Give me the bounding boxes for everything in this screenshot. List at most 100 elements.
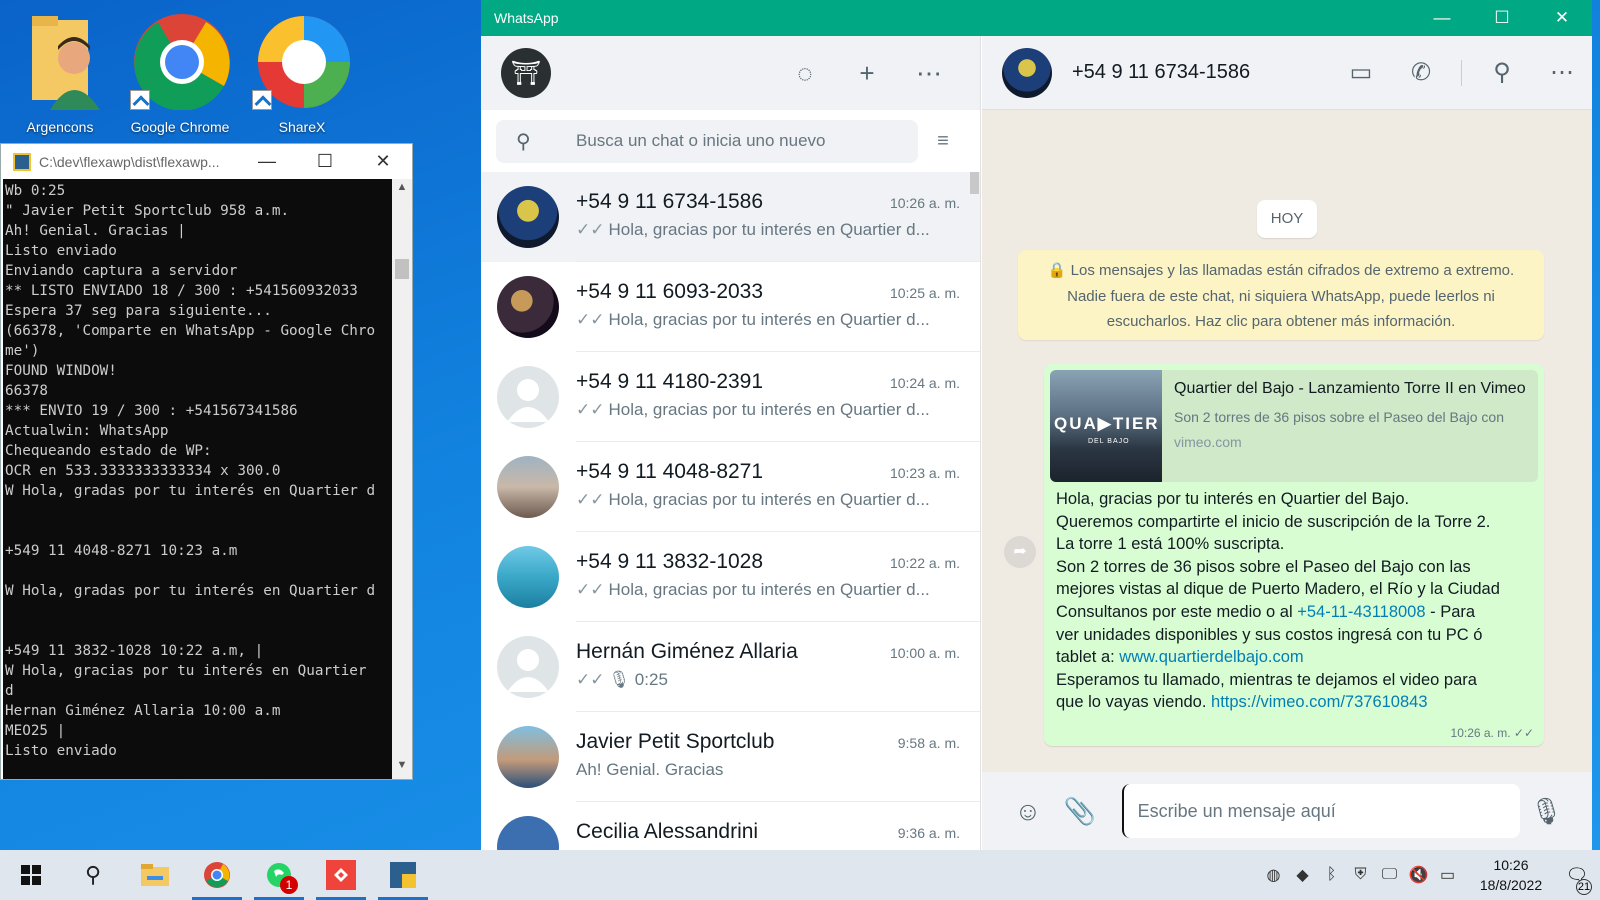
battery-icon[interactable]: ▭ [1433, 865, 1462, 885]
security-shield-icon[interactable]: ⛨ [1346, 866, 1375, 884]
clock-time: 10:26 [1493, 857, 1529, 873]
minimize-button[interactable]: — [238, 151, 296, 172]
chat-list-item[interactable]: +54 9 11 6093-2033 10:25 a. m. ✓✓ Hola, gra… [481, 262, 980, 352]
sharex-icon [250, 6, 354, 110]
chat-name: Hernán Giménez Allaria [576, 640, 798, 663]
chat-list-item[interactable]: EJA Cecilia Alessandrini 9:36 a. m. [481, 802, 980, 850]
chat-info: +54 9 11 3832-1028 10:22 a. m. ✓✓ Hola, gra… [576, 532, 980, 622]
chat-last-message-text: Hola, gracias por tu interés en Quartier… [608, 400, 930, 419]
desktop-icon-chrome[interactable]: Google Chrome [122, 6, 238, 135]
scroll-down-icon[interactable]: ▼ [392, 759, 412, 777]
chrome-icon [128, 6, 232, 111]
whatsapp-window[interactable]: WhatsApp — ☐ ✕ ⛩ ◌ + ⋯ ⚲ Busca un chat o… [481, 0, 1592, 850]
chat-last-message-text: Hola, gracias por tu interés en Quartier… [608, 490, 930, 509]
new-chat-plus-icon[interactable]: + [836, 58, 898, 89]
minimize-button[interactable]: — [1412, 8, 1472, 28]
chat-time: 10:24 a. m. [889, 375, 960, 391]
chat-name: +54 9 11 4180-2391 [576, 370, 764, 393]
emoji-icon[interactable]: ☺ [1002, 796, 1054, 827]
filter-icon[interactable]: ≡ [918, 130, 968, 153]
console-text: Wb 0:25 " Javier Petit Sportclub 958 a.m… [5, 183, 376, 759]
message-line: La torre 1 está 100% suscripta. [1056, 535, 1285, 554]
anydesk-taskbar-icon[interactable] [310, 850, 372, 900]
chat-last-message-text: Hola, gracias por tu interés en Quartier… [608, 310, 930, 329]
video-thumbnail[interactable]: QUA▶TIER DEL BAJO [1050, 370, 1162, 482]
close-button[interactable]: ✕ [354, 151, 412, 172]
search-icon[interactable]: ⚲ [62, 850, 124, 900]
console-window[interactable]: C:\dev\flexawp\dist\flexawp... — ☐ ✕ Wb … [0, 143, 413, 780]
video-link[interactable]: https://vimeo.com/737610843 [1211, 693, 1427, 711]
console-scrollbar[interactable]: ▲ ▼ [392, 179, 412, 779]
my-avatar[interactable]: ⛩ [501, 48, 551, 98]
status-icon[interactable]: ◌ [774, 58, 836, 89]
maximize-button[interactable]: ☐ [296, 151, 354, 172]
chat-list-item[interactable]: Hernán Giménez Allaria 10:00 a. m. ✓✓ 🎙 0:2… [481, 622, 980, 712]
voice-call-icon[interactable]: ✆ [1391, 58, 1451, 87]
more-options-icon[interactable]: ⋯ [898, 58, 960, 89]
desktop-icon-label: Argencons [26, 119, 94, 135]
chat-list-item[interactable]: +54 9 11 3832-1028 10:22 a. m. ✓✓ Hola, gra… [481, 532, 980, 622]
chat-last-message-text: Hola, gracias por tu interés en Quartier… [608, 220, 930, 239]
search-input[interactable]: ⚲ Busca un chat o inicia uno nuevo [496, 119, 918, 163]
console-titlebar[interactable]: C:\dev\flexawp\dist\flexawp... — ☐ ✕ [1, 144, 412, 179]
chat-list-item[interactable]: +54 9 11 4180-2391 10:24 a. m. ✓✓ Hola, gra… [481, 352, 980, 442]
contact-avatar [497, 636, 559, 698]
forward-icon[interactable]: ➦ [1004, 536, 1036, 568]
microphone-icon[interactable]: 🎙 [1520, 796, 1572, 827]
chat-time: 10:22 a. m. [889, 555, 960, 571]
chat-info: +54 9 11 6093-2033 10:25 a. m. ✓✓ Hola, gra… [576, 262, 980, 352]
chat-last-message: ✓✓ Hola, gracias por tu interés en Quarti… [576, 310, 960, 330]
link-preview[interactable]: QUA▶TIER DEL BAJO Quartier del Bajo - La… [1050, 370, 1538, 482]
website-link[interactable]: www.quartierdelbajo.com [1119, 648, 1303, 666]
scroll-thumb[interactable] [395, 259, 409, 279]
scroll-up-icon[interactable]: ▲ [392, 181, 412, 199]
chat-list-item[interactable]: +54 9 11 4048-8271 10:23 a. m. ✓✓ Hola, gra… [481, 442, 980, 532]
conversation-header[interactable]: +54 9 11 6734-1586 ▭ ✆ ⚲ ⋯ [982, 36, 1592, 110]
shortcut-arrow-icon [130, 90, 150, 110]
more-options-icon[interactable]: ⋯ [1532, 58, 1592, 87]
search-icon[interactable]: ⚲ [1472, 58, 1532, 87]
close-button[interactable]: ✕ [1532, 8, 1592, 28]
folder-user-icon [8, 6, 112, 110]
chat-list-item[interactable]: +54 9 11 6734-1586 10:26 a. m. ✓✓ Hola, gra… [481, 172, 980, 262]
anydesk-tray-icon[interactable]: ◆ [1288, 865, 1317, 885]
volume-muted-icon[interactable]: 🔇 [1404, 865, 1433, 885]
lock-icon: 🔒 [1047, 262, 1067, 279]
attach-paperclip-icon[interactable]: 📎 [1054, 796, 1106, 827]
chat-list-item[interactable]: Javier Petit Sportclub 9:58 a. m. Ah! Geni… [481, 712, 980, 802]
system-clock[interactable]: 10:26 18/8/2022 [1468, 855, 1554, 895]
desktop-icon-label: ShareX [278, 119, 326, 135]
whatsapp-taskbar-icon[interactable]: 1 [248, 850, 310, 900]
clock-date: 18/8/2022 [1479, 877, 1543, 893]
preview-domain: vimeo.com [1174, 434, 1242, 450]
start-windows-icon[interactable] [0, 850, 62, 900]
chrome-taskbar-icon[interactable] [186, 850, 248, 900]
chat-list-panel: ⛩ ◌ + ⋯ ⚲ Busca un chat o inicia uno nue… [481, 36, 981, 850]
phone-link[interactable]: +54-11-43118008 [1297, 603, 1425, 621]
chat-list-scroll-thumb[interactable] [970, 172, 979, 194]
sharex-tray-icon[interactable]: ◍ [1259, 865, 1288, 885]
desktop-icon-label: Google Chrome [130, 119, 230, 135]
bluetooth-icon[interactable]: ᛒ [1317, 866, 1346, 884]
desktop-icon-argencons[interactable]: Argencons [2, 6, 118, 135]
contact-name[interactable]: +54 9 11 6734-1586 [1072, 61, 1331, 84]
contact-avatar[interactable] [1002, 47, 1052, 98]
shortcut-arrow-icon [252, 90, 272, 110]
contact-avatar [497, 186, 559, 248]
desktop-icon-sharex[interactable]: ShareX [244, 6, 360, 135]
search-icon: ⚲ [516, 130, 531, 153]
chat-last-message-text: 🎙 0:25 [608, 670, 668, 689]
network-icon[interactable]: 🖵 [1375, 866, 1404, 884]
preview-description: Son 2 torres de 36 pisos sobre el Paseo … [1174, 409, 1504, 425]
maximize-button[interactable]: ☐ [1472, 8, 1532, 28]
outgoing-message[interactable]: QUA▶TIER DEL BAJO Quartier del Bajo - La… [1044, 364, 1544, 746]
python-console-taskbar-icon[interactable] [372, 850, 434, 900]
message-input[interactable]: Escribe un mensaje aquí [1121, 784, 1521, 838]
file-explorer-icon[interactable] [124, 850, 186, 900]
read-ticks-icon: ✓✓ [576, 310, 605, 329]
video-call-icon[interactable]: ▭ [1331, 58, 1391, 87]
chat-last-message: ✓✓ Hola, gracias por tu interés en Quarti… [576, 490, 960, 510]
whatsapp-titlebar[interactable]: WhatsApp — ☐ ✕ [481, 0, 1592, 36]
notification-center-icon[interactable]: 🗨 21 [1554, 865, 1600, 895]
encryption-notice[interactable]: 🔒 Los mensajes y las llamadas están cifr… [1018, 250, 1544, 340]
